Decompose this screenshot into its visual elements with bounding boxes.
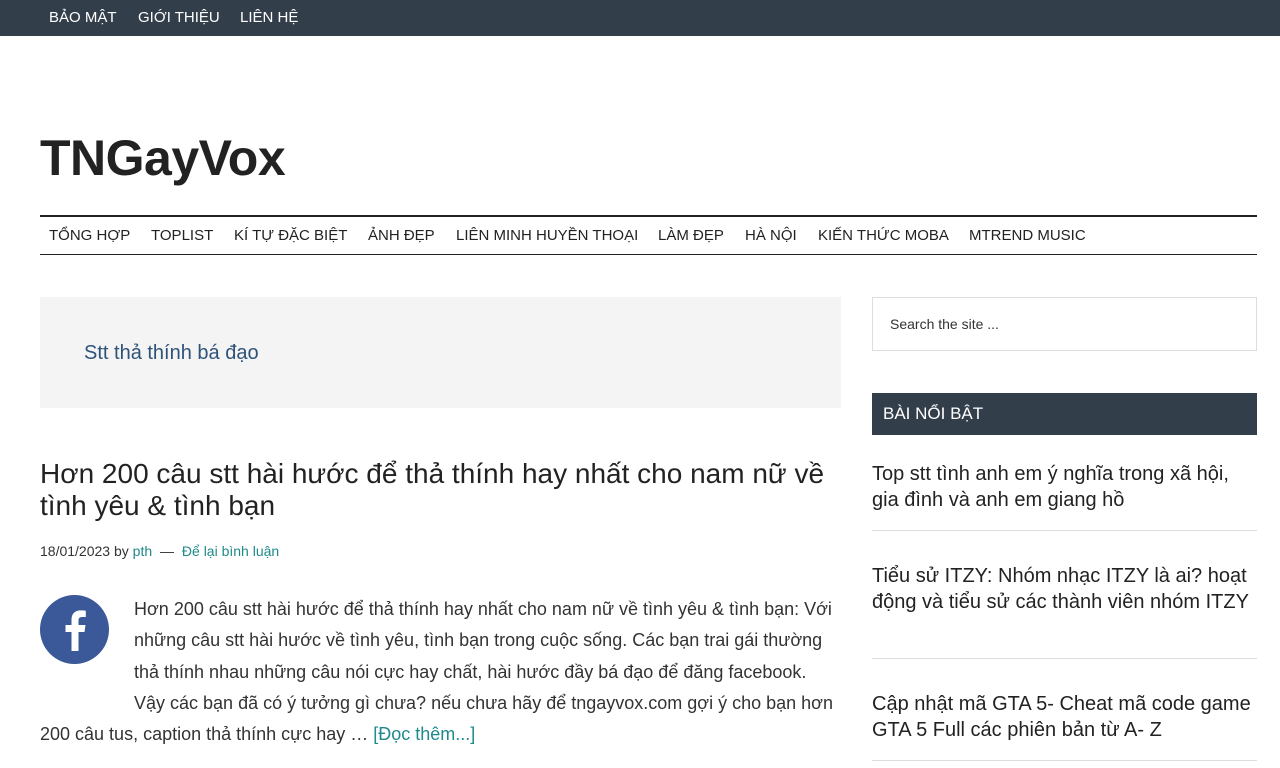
featured-divider xyxy=(872,760,1257,761)
nav-item-toplist[interactable]: TOPLIST xyxy=(151,217,213,255)
post-title[interactable]: Hơn 200 câu stt hài hước để thả thính ha… xyxy=(40,458,850,522)
search-input[interactable] xyxy=(873,298,1256,350)
featured-widget-title: BÀI NỔI BẬT xyxy=(872,393,1257,435)
featured-post-link[interactable]: Top stt tình anh em ý nghĩa trong xã hội… xyxy=(872,461,1257,513)
post-title-text[interactable]: Hơn 200 câu stt hài hước để thả thính ha… xyxy=(40,458,824,521)
post-by: by xyxy=(113,543,129,559)
featured-divider xyxy=(872,530,1257,531)
post-author-link[interactable]: pth xyxy=(133,543,152,559)
featured-divider xyxy=(872,658,1257,659)
topnav-item-lien-he[interactable]: LIÊN HỆ xyxy=(240,0,298,36)
top-navigation: BẢO MẬT GIỚI THIỆU LIÊN HỆ xyxy=(0,0,1280,36)
facebook-f-glyph xyxy=(65,610,86,651)
post-meta: 18/01/2023 by pth — Để lại bình luận xyxy=(40,541,279,561)
nav-item-ki-tu-dac-biet[interactable]: KÍ TỰ ĐẶC BIỆT xyxy=(234,217,347,255)
nav-item-tong-hop[interactable]: TỔNG HỢP xyxy=(49,217,130,255)
archive-header: Stt thả thính bá đạo xyxy=(40,297,841,408)
main-navigation: TỔNG HỢP TOPLIST KÍ TỰ ĐẶC BIỆT ẢNH ĐẸP … xyxy=(40,215,1257,255)
facebook-icon[interactable] xyxy=(40,595,109,664)
post-date: 18/01/2023 xyxy=(40,543,111,559)
nav-item-ha-noi[interactable]: HÀ NỘI xyxy=(745,217,797,255)
post-excerpt-text: Hơn 200 câu stt hài hước để thả thính ha… xyxy=(40,599,833,744)
featured-post-link[interactable]: Cập nhật mã GTA 5- Cheat mã code game GT… xyxy=(872,691,1257,743)
nav-item-lien-minh-huyen-thoai[interactable]: LIÊN MINH HUYỀN THOẠI xyxy=(456,217,638,255)
nav-item-kien-thuc-moba[interactable]: KIẾN THỨC MOBA xyxy=(818,217,949,255)
archive-title: Stt thả thính bá đạo xyxy=(84,342,259,364)
nav-item-lam-dep[interactable]: LÀM ĐẸP xyxy=(658,217,724,255)
post-comments-link[interactable]: Để lại bình luận xyxy=(182,543,279,559)
site-title[interactable]: TNGayVox xyxy=(40,126,286,190)
nav-item-anh-dep[interactable]: ẢNH ĐẸP xyxy=(368,217,435,255)
topnav-item-gioi-thieu[interactable]: GIỚI THIỆU xyxy=(138,0,220,36)
read-more-link[interactable]: [Đọc thêm...] xyxy=(373,724,475,744)
post-excerpt: Hơn 200 câu stt hài hước để thả thính ha… xyxy=(40,594,840,750)
post-meta-separator: — xyxy=(160,543,175,559)
nav-item-mtrend-music[interactable]: MTREND MUSIC xyxy=(969,217,1086,255)
search-box xyxy=(872,297,1257,351)
featured-post-link[interactable]: Tiểu sử ITZY: Nhóm nhạc ITZY là ai? hoạt… xyxy=(872,563,1257,615)
topnav-item-bao-mat[interactable]: BẢO MẬT xyxy=(49,0,117,36)
